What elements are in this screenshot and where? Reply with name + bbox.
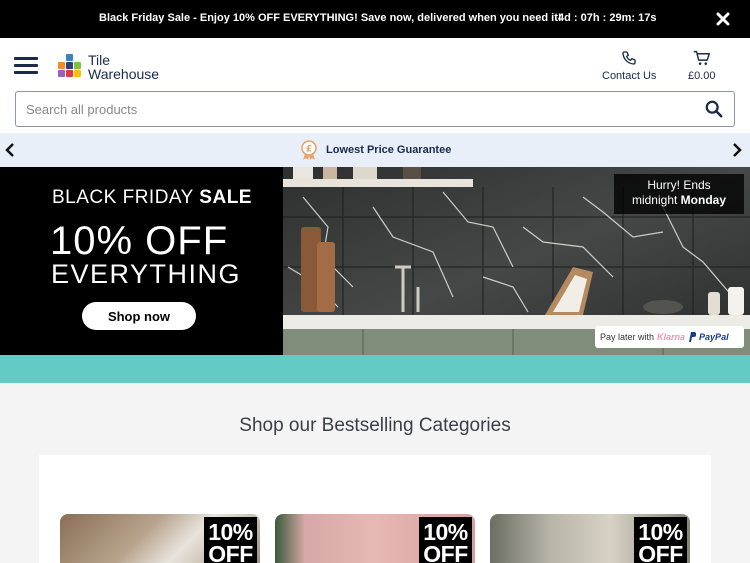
logo-line1: Tile [88, 52, 111, 68]
contact-us-link[interactable]: Contact Us [602, 50, 656, 82]
hamburger-icon[interactable] [14, 57, 38, 79]
cart-total: £0.00 [688, 70, 716, 82]
hero-banner[interactable]: BLACK FRIDAY SALE 10% OFF EVERYTHING Sho… [0, 167, 750, 355]
hurry-line2: midnight Monday [631, 193, 727, 207]
usp-carousel: £ Lowest Price Guarantee [0, 133, 750, 167]
logo-wordmark: Tile Warehouse [88, 53, 159, 81]
discount-badge: 10% OFF [419, 517, 472, 563]
category-card[interactable]: 10% OFF [490, 514, 690, 563]
site-logo[interactable]: Tile Warehouse [58, 53, 159, 81]
promo-bar: Black Friday Sale - Enjoy 10% OFF EVERYT… [0, 0, 750, 38]
contact-label: Contact Us [602, 70, 657, 82]
hero-text-panel: BLACK FRIDAY SALE 10% OFF EVERYTHING Sho… [0, 167, 283, 355]
discount-badge: 10% OFF [634, 517, 687, 563]
promo-countdown: 4d : 07h : 29m: 17s [558, 12, 657, 24]
category-card[interactable]: 10% OFF [60, 514, 260, 563]
logo-mark-icon [58, 54, 82, 80]
paypal-logo: PayPal [699, 332, 729, 342]
chevron-right-icon[interactable] [731, 142, 745, 158]
search-icon[interactable] [705, 100, 725, 120]
price-medal-icon: £ [301, 140, 317, 160]
teal-divider-band [0, 355, 750, 383]
paypal-icon [689, 332, 697, 342]
pay-later-text: Pay later with [600, 332, 655, 342]
cart-icon [693, 50, 711, 65]
klarna-logo: Klarna [657, 332, 686, 342]
logo-line2: Warehouse [88, 66, 160, 82]
phone-icon [622, 51, 636, 65]
promo-message: Black Friday Sale - Enjoy 10% OFF EVERYT… [99, 12, 562, 24]
search-bar [15, 91, 735, 127]
close-icon[interactable] [712, 8, 734, 30]
usp-item: £ Lowest Price Guarantee [300, 140, 451, 160]
hero-image: Hurry! Ends midnight Monday Pay later wi… [283, 167, 750, 355]
category-card[interactable]: 10% OFF [275, 514, 475, 563]
cart-link[interactable]: £0.00 [688, 50, 716, 82]
section-title: Shop our Bestselling Categories [239, 415, 511, 436]
hurry-line1: Hurry! Ends [647, 178, 711, 192]
usp-label: Lowest Price Guarantee [326, 144, 452, 156]
hero-headline: BLACK FRIDAY SALE [52, 187, 252, 208]
search-input[interactable] [26, 100, 686, 118]
hurry-badge: Hurry! Ends midnight Monday [614, 174, 744, 214]
hero-discount: 10% OFF [50, 219, 229, 263]
shop-now-button[interactable]: Shop now [82, 302, 196, 330]
pay-later-badge: Pay later with Klarna PayPal [595, 326, 744, 348]
discount-badge: 10% OFF [204, 517, 257, 563]
chevron-left-icon[interactable] [4, 142, 18, 158]
site-header: Tile Warehouse Contact Us £0.00 [0, 38, 750, 133]
svg-text:£: £ [306, 145, 312, 155]
category-cards-panel: 10% OFF 10% OFF 10% OFF [39, 455, 711, 563]
hero-scope: EVERYTHING [51, 259, 242, 289]
